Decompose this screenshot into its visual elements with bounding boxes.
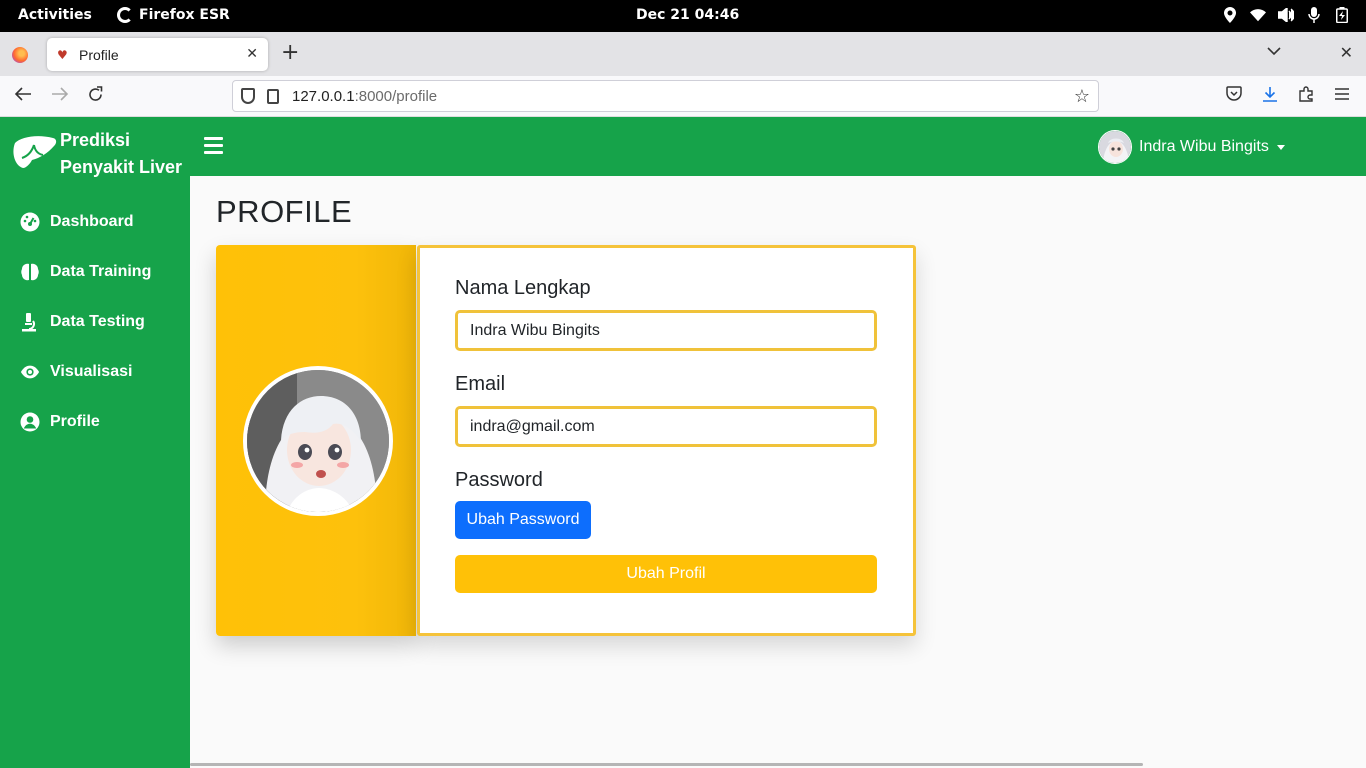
name-label: Nama Lengkap: [455, 277, 591, 299]
app-name: Firefox ESR: [139, 7, 230, 23]
back-icon[interactable]: [14, 86, 32, 107]
sidebar-item-label: Profile: [50, 413, 100, 430]
profile-avatar: [243, 366, 393, 516]
browser-tab-strip: ♥ Profile ✕ + ✕: [0, 32, 1366, 76]
user-name: Indra Wibu Bingits: [1139, 138, 1269, 155]
sidebar: Prediksi Penyakit Liver Dashboard Data T…: [0, 117, 190, 768]
page-info-icon[interactable]: [267, 88, 279, 104]
sidebar-item-dashboard[interactable]: Dashboard: [0, 197, 190, 247]
activities-button[interactable]: Activities: [18, 7, 92, 23]
extensions-icon[interactable]: [1298, 86, 1314, 106]
window-close-icon[interactable]: ✕: [1340, 43, 1353, 62]
wifi-icon: [1250, 7, 1266, 23]
brain-icon: [20, 262, 40, 282]
user-dropdown[interactable]: Indra Wibu Bingits: [1098, 130, 1285, 164]
microphone-icon: [1306, 7, 1322, 23]
sidebar-item-data-testing[interactable]: Data Testing: [0, 297, 190, 347]
volume-icon: [1278, 7, 1294, 23]
brand-name: Prediksi Penyakit Liver: [60, 130, 183, 177]
tracking-protection-icon[interactable]: [241, 88, 255, 104]
caret-down-icon: [1276, 144, 1285, 150]
sidebar-item-label: Visualisasi: [50, 363, 133, 380]
forward-icon[interactable]: [51, 86, 69, 107]
main-content: PROFILE Nama Lengkap Email: [190, 176, 1366, 768]
close-tab-icon[interactable]: ✕: [246, 46, 258, 62]
system-tray[interactable]: [1222, 7, 1350, 23]
user-circle-icon: [20, 412, 40, 432]
hamburger-menu-icon[interactable]: [204, 137, 223, 154]
browser-tab-profile[interactable]: ♥ Profile ✕: [47, 38, 268, 71]
tab-title: Profile: [79, 46, 119, 63]
page-title: PROFILE: [216, 194, 353, 229]
bookmark-star-icon[interactable]: ☆: [1074, 86, 1090, 107]
email-field[interactable]: [455, 406, 877, 447]
change-password-button[interactable]: Ubah Password: [455, 501, 591, 539]
microscope-icon: [20, 312, 40, 332]
sidebar-item-profile[interactable]: Profile: [0, 397, 190, 447]
app-menu[interactable]: Firefox ESR: [117, 7, 230, 23]
firefox-icon: [117, 7, 133, 23]
horizontal-scrollbar[interactable]: [190, 763, 1143, 766]
location-icon: [1222, 7, 1238, 23]
clock[interactable]: Dec 21 04:46: [636, 7, 739, 23]
liver-favicon-icon: ♥: [57, 47, 68, 62]
update-profile-button[interactable]: Ubah Profil: [455, 555, 877, 593]
reload-icon[interactable]: [87, 86, 104, 108]
list-tabs-icon[interactable]: [1267, 44, 1281, 60]
password-label: Password: [455, 469, 543, 491]
profile-card-avatar-panel: [216, 245, 416, 636]
url-text: 127.0.0.1:8000/profile: [292, 87, 438, 105]
sidebar-item-label: Dashboard: [50, 213, 134, 230]
profile-form-card: Nama Lengkap Email Password Ubah Passwor…: [417, 245, 916, 636]
eye-icon: [20, 362, 40, 382]
firefox-view-icon[interactable]: [12, 47, 28, 63]
brand[interactable]: Prediksi Penyakit Liver: [12, 127, 182, 181]
battery-icon: [1334, 7, 1350, 23]
sidebar-item-data-training[interactable]: Data Training: [0, 247, 190, 297]
browser-nav-bar: 127.0.0.1:8000/profile ☆: [0, 76, 1366, 117]
sidebar-item-visualisasi[interactable]: Visualisasi: [0, 347, 190, 397]
sidebar-menu: Dashboard Data Training Data Testing Vis…: [0, 197, 190, 447]
system-top-bar: Activities Firefox ESR Dec 21 04:46: [0, 0, 1366, 32]
email-label: Email: [455, 373, 506, 395]
pocket-icon[interactable]: [1226, 86, 1242, 105]
liver-logo-icon: [13, 136, 57, 168]
name-field[interactable]: [455, 310, 877, 351]
avatar: [1098, 130, 1132, 164]
app-header: Indra Wibu Bingits: [190, 117, 1366, 176]
new-tab-icon[interactable]: +: [281, 42, 299, 64]
url-bar[interactable]: 127.0.0.1:8000/profile ☆: [232, 80, 1099, 112]
sidebar-item-label: Data Training: [50, 263, 152, 280]
sidebar-item-label: Data Testing: [50, 313, 145, 330]
downloads-icon[interactable]: [1262, 86, 1278, 106]
gauge-icon: [20, 212, 40, 232]
app-menu-icon[interactable]: [1334, 86, 1350, 105]
